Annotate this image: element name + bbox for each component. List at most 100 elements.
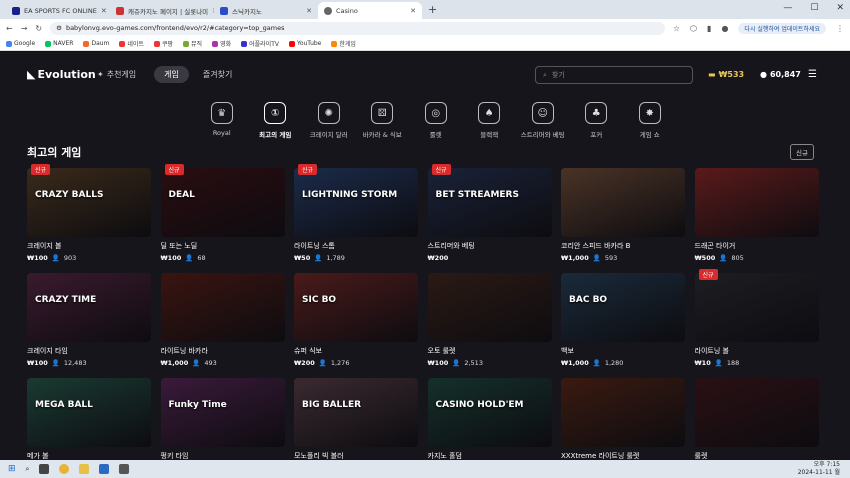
- game-card[interactable]: CRAZY TIME 크레이지 타임 ₩100 👤 12,483: [27, 273, 151, 378]
- forward-icon[interactable]: →: [21, 24, 28, 33]
- bookmark-item[interactable]: 어플라이TV: [241, 39, 279, 48]
- close-icon[interactable]: ✕: [410, 7, 416, 15]
- bookmark-item[interactable]: Google: [6, 40, 35, 47]
- chrome-icon[interactable]: [59, 464, 70, 474]
- game-thumbnail[interactable]: [160, 273, 285, 342]
- nav-favorites[interactable]: 즐겨찾기: [203, 69, 232, 80]
- game-card[interactable]: 룰렛: [694, 378, 819, 460]
- maximize-icon[interactable]: ☐: [810, 3, 818, 13]
- game-title: 펑키 타임: [160, 452, 189, 460]
- game-card[interactable]: 신규 라이트닝 볼 ₩10 👤 188: [694, 269, 819, 378]
- game-title: 드래곤 타이거: [694, 242, 736, 250]
- game-card[interactable]: BIG BALLER 모노폴리 빅 볼러: [294, 378, 418, 460]
- sidebar-icon[interactable]: ▮: [707, 24, 711, 33]
- game-thumbnail[interactable]: CRAZY BALLS: [27, 168, 151, 237]
- nav-games[interactable]: 게임: [154, 65, 189, 83]
- hamburger-menu-icon[interactable]: ☰: [808, 69, 817, 80]
- evolution-logo[interactable]: ◣ Evolution: [27, 68, 97, 81]
- game-card[interactable]: 오토 룰렛 ₩100 👤 2,513: [427, 273, 552, 378]
- category-bar: ♛ Royal ① 최고의 게임 ✺ 크레이지 달러 ⚄ 바카라 & 식보 ◎ 룰렛 ♠ 블…: [195, 102, 677, 139]
- bookmark-item[interactable]: 뮤직: [183, 39, 202, 48]
- bookmark-star-icon[interactable]: ☆: [673, 24, 680, 33]
- game-card[interactable]: 신규 CRAZY BALLS 크레이지 볼 ₩100 👤 903: [27, 164, 151, 273]
- start-icon[interactable]: ⊞: [8, 464, 16, 474]
- profile-icon[interactable]: ●: [721, 24, 728, 33]
- game-thumbnail[interactable]: [694, 378, 819, 447]
- category-crazy-dollar[interactable]: ✺ 크레이지 달러: [302, 102, 356, 139]
- site-info-icon[interactable]: ⚙: [56, 24, 62, 32]
- tab-title: 캐쥬카지노 페이지 | 실롯나미: [128, 7, 209, 16]
- game-card[interactable]: 드래곤 타이거 ₩500 👤 805: [694, 168, 819, 273]
- browser-tab[interactable]: EA SPORTS FC ONLINE ✕: [6, 2, 110, 19]
- dice-icon: ⚄: [371, 102, 394, 124]
- game-thumbnail[interactable]: CRAZY TIME: [27, 273, 151, 342]
- category-poker[interactable]: ♣ 포커: [570, 102, 624, 139]
- bookmark-item[interactable]: 영화: [212, 39, 231, 48]
- bookmark-item[interactable]: Daum: [83, 40, 109, 47]
- game-thumbnail[interactable]: MEGA BALL: [27, 378, 151, 447]
- folder-icon[interactable]: [79, 464, 90, 474]
- update-button[interactable]: 다시 실행하여 업데이트하세요: [738, 22, 826, 34]
- game-card[interactable]: 신규 BET STREAMERS 스트리머와 베팅 ₩200: [427, 164, 552, 273]
- task-view-icon[interactable]: [39, 464, 50, 474]
- search-input[interactable]: ⌕ 찾기: [535, 66, 693, 84]
- game-thumbnail[interactable]: DEAL: [160, 168, 285, 237]
- browser-tab[interactable]: 캐쥬카지노 페이지 | 실롯나미✕: [110, 2, 214, 19]
- close-icon[interactable]: ✕: [306, 7, 312, 15]
- game-thumbnail[interactable]: [694, 168, 819, 237]
- game-title: 라이트닝 볼: [694, 347, 729, 355]
- game-thumbnail[interactable]: BIG BALLER: [294, 378, 418, 447]
- new-badge: 신규: [698, 269, 718, 280]
- back-icon[interactable]: ←: [6, 24, 13, 33]
- new-tab-icon[interactable]: +: [428, 3, 437, 16]
- game-card[interactable]: 라이트닝 바카라 ₩1,000 👤 493: [160, 273, 285, 378]
- game-card[interactable]: MEGA BALL 메가 볼: [27, 378, 151, 460]
- category-streamers[interactable]: ☺ 스트리머와 베팅: [516, 102, 570, 139]
- category-baccarat-sicbo[interactable]: ⚄ 바카라 & 식보: [356, 102, 410, 139]
- game-card[interactable]: XXXtreme 라이트닝 룰렛: [561, 378, 685, 460]
- game-card[interactable]: 코리안 스피드 바카라 B ₩1,000 👤 593: [561, 168, 685, 273]
- browser-menu-icon[interactable]: ⋮: [836, 24, 844, 33]
- bookmark-item[interactable]: 쿠팡: [153, 39, 173, 48]
- game-thumbnail[interactable]: SIC BO: [294, 273, 418, 342]
- game-card[interactable]: SIC BO 슈퍼 식보 ₩200 👤 1,276: [294, 273, 418, 378]
- game-card[interactable]: BAC BO 백보 ₩1,000 👤 1,280: [561, 273, 685, 378]
- new-filter-button[interactable]: 신규: [790, 144, 814, 160]
- bookmark-item[interactable]: YouTube: [288, 40, 321, 47]
- game-thumbnail[interactable]: [427, 273, 552, 342]
- minimize-icon[interactable]: —: [783, 3, 792, 13]
- app-icon[interactable]: [99, 464, 110, 474]
- game-card[interactable]: 신규 DEAL 딜 또는 노딜 ₩100 👤 68: [160, 164, 285, 273]
- game-thumbnail[interactable]: BAC BO: [561, 273, 685, 342]
- search-icon[interactable]: ⌕: [26, 465, 30, 474]
- game-thumbnail[interactable]: [694, 273, 819, 342]
- system-clock[interactable]: 오후 7:15 2024-11-11 월: [798, 461, 840, 477]
- browser-tab-active[interactable]: Casino ✕: [318, 2, 422, 19]
- category-royal[interactable]: ♛ Royal: [195, 102, 249, 139]
- category-blackjack[interactable]: ♠ 블랙잭: [463, 102, 517, 139]
- game-thumbnail[interactable]: [561, 378, 685, 447]
- game-thumbnail[interactable]: [561, 168, 685, 237]
- game-thumbnail[interactable]: BET STREAMERS: [427, 168, 552, 237]
- player-count: 805: [731, 254, 744, 262]
- game-card[interactable]: CASINO HOLD'EM 카지노 홀덤: [427, 378, 552, 460]
- game-card[interactable]: 신규 LIGHTNING STORM 라이트닝 스톰 ₩50 👤 1,789: [294, 164, 418, 273]
- game-card[interactable]: Funky Time 펑키 타임: [160, 378, 285, 460]
- category-roulette[interactable]: ◎ 룰렛: [409, 102, 463, 139]
- game-thumbnail[interactable]: CASINO HOLD'EM: [427, 378, 552, 447]
- bookmark-item[interactable]: 네이트: [119, 39, 144, 48]
- category-game-show[interactable]: ✸ 게임 쇼: [623, 102, 677, 139]
- game-thumbnail[interactable]: Funky Time: [160, 378, 285, 447]
- close-icon[interactable]: ✕: [101, 7, 107, 15]
- extensions-icon[interactable]: ⬡: [690, 24, 697, 33]
- category-top-games[interactable]: ① 최고의 게임: [249, 102, 303, 139]
- nav-recommended[interactable]: ✦ 추천게임: [97, 69, 136, 80]
- reload-icon[interactable]: ↻: [35, 24, 42, 33]
- url-field[interactable]: ⚙ babylonvg.evo-games.com/frontend/evo/r…: [50, 21, 665, 35]
- bookmark-item[interactable]: 한게임: [331, 39, 356, 48]
- close-window-icon[interactable]: ✕: [836, 3, 844, 13]
- game-thumbnail[interactable]: LIGHTNING STORM: [294, 168, 418, 237]
- bookmark-item[interactable]: NAVER: [45, 40, 73, 47]
- app-icon[interactable]: [119, 464, 130, 474]
- browser-tab[interactable]: 스닉카지노 ✕: [214, 2, 318, 19]
